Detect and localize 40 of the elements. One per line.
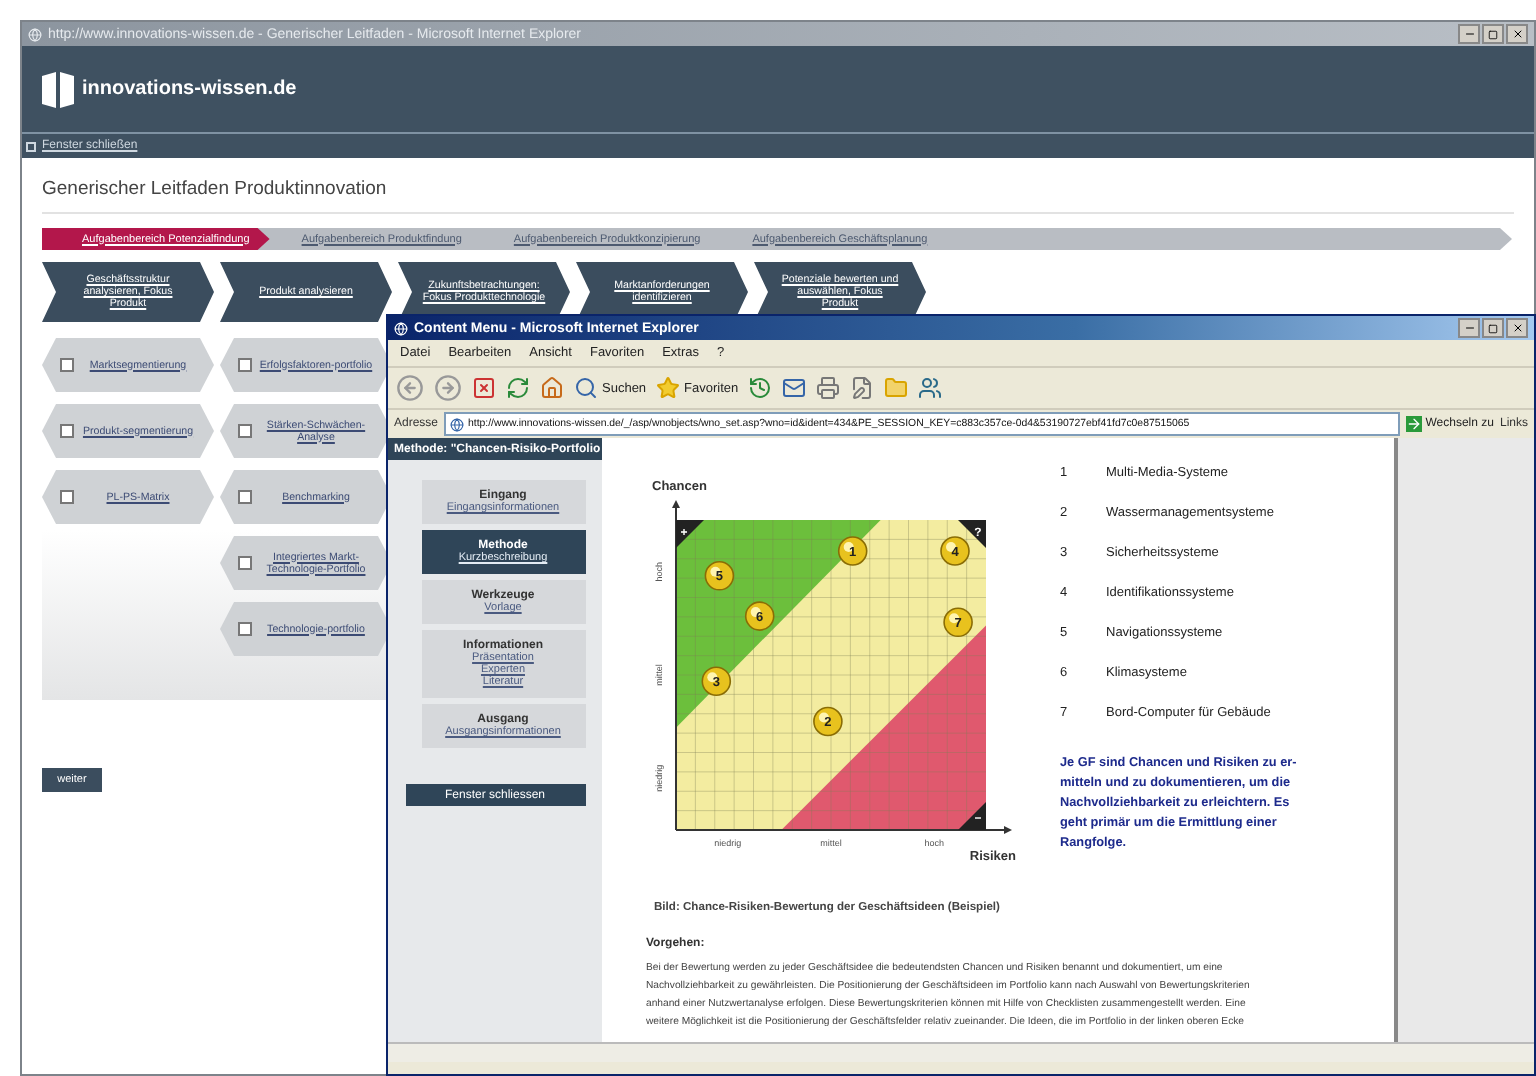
minimize-icon	[1463, 322, 1475, 334]
close-button[interactable]	[1506, 24, 1528, 44]
close-button[interactable]	[1506, 318, 1528, 338]
maximize-icon	[1488, 29, 1498, 39]
page-icon	[450, 417, 465, 431]
checkbox[interactable]	[60, 424, 74, 438]
maximize-icon	[1488, 323, 1498, 333]
back-icon[interactable]	[396, 374, 424, 402]
square-icon	[26, 141, 36, 151]
stop-icon[interactable]	[472, 376, 496, 400]
book-logo-icon	[42, 69, 74, 109]
checkbox[interactable]	[238, 556, 252, 570]
horizontal-scrollbar[interactable]	[388, 1042, 1534, 1062]
page-title: Generischer Leitfaden Produktinnovation	[42, 158, 1514, 214]
star-icon	[656, 376, 681, 400]
mail-icon[interactable]	[782, 376, 807, 400]
checkbox[interactable]	[238, 424, 252, 438]
checkbox[interactable]	[238, 358, 252, 372]
page-icon	[28, 27, 42, 41]
refresh-icon[interactable]	[506, 376, 530, 400]
search-icon	[574, 376, 598, 400]
site-logo: innovations-wissen.de	[82, 78, 297, 100]
messenger-icon[interactable]	[918, 376, 943, 400]
print-icon[interactable]	[816, 376, 841, 400]
minimize-button[interactable]	[1458, 318, 1480, 338]
page-icon	[394, 321, 408, 335]
checkbox[interactable]	[238, 622, 252, 636]
close-icon	[1511, 322, 1523, 334]
close-icon	[1511, 28, 1523, 40]
checkbox[interactable]	[60, 490, 74, 504]
checkbox[interactable]	[238, 490, 252, 504]
history-icon[interactable]	[748, 376, 773, 400]
minimize-icon	[1463, 28, 1475, 40]
minimize-button[interactable]	[1458, 24, 1480, 44]
forward-icon[interactable]	[434, 374, 462, 402]
edit-icon[interactable]	[850, 376, 875, 400]
checkbox[interactable]	[60, 358, 74, 372]
maximize-button[interactable]	[1482, 24, 1504, 44]
maximize-button[interactable]	[1482, 318, 1504, 338]
home-icon[interactable]	[540, 376, 564, 400]
